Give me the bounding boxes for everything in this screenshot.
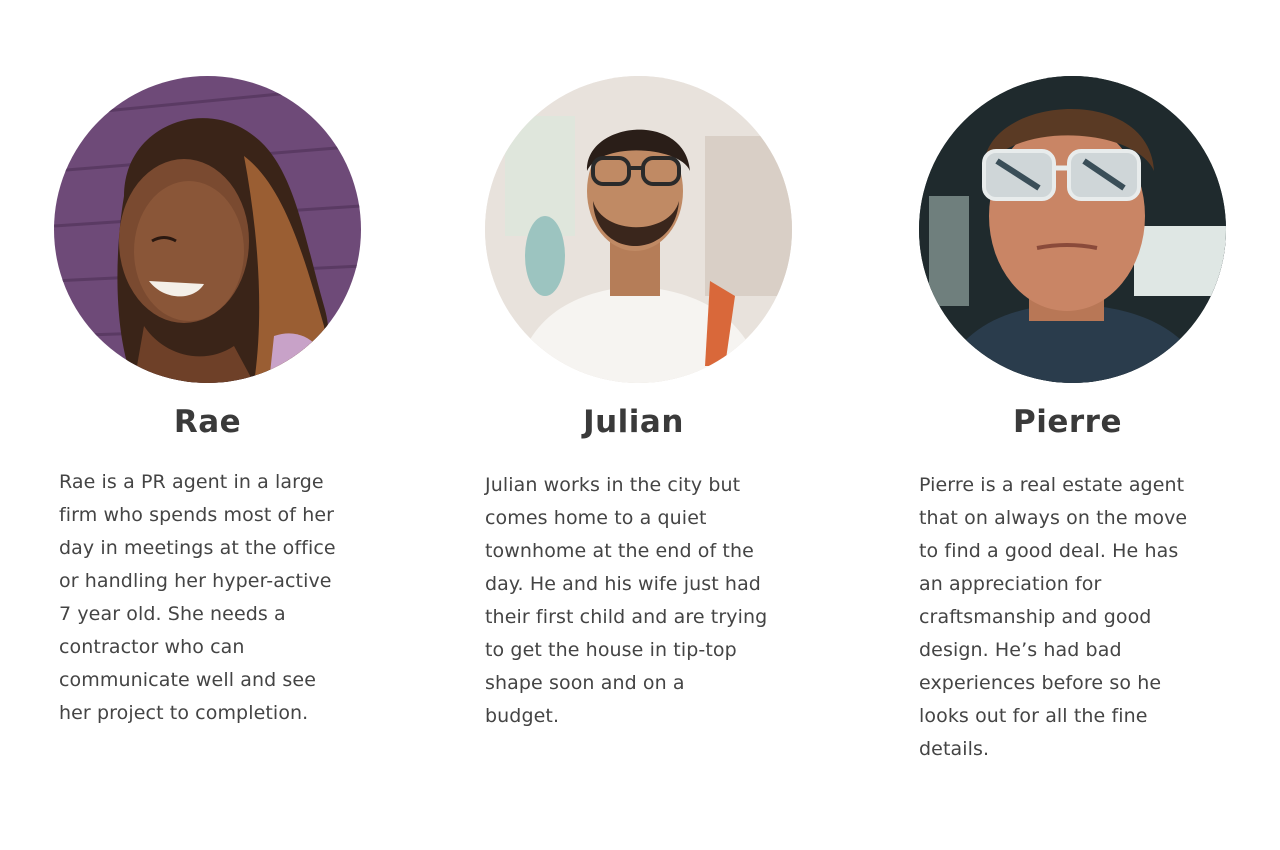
julian-photo bbox=[485, 76, 792, 383]
persona-bio: Julian works in the city but comes home … bbox=[485, 469, 767, 733]
pierre-photo bbox=[919, 76, 1226, 383]
bio-line: their first child and are trying bbox=[485, 606, 768, 628]
bio-line: an appreciation for bbox=[919, 573, 1102, 595]
avatar bbox=[485, 76, 792, 383]
avatar bbox=[919, 76, 1226, 383]
bio-line: to find a good deal. He has bbox=[919, 540, 1179, 562]
bio-line: communicate well and see bbox=[59, 669, 317, 691]
persona-bio: Pierre is a real estate agent that on al… bbox=[919, 469, 1187, 766]
bio-line: day. He and his wife just had bbox=[485, 573, 761, 595]
bio-line: contractor who can bbox=[59, 636, 245, 658]
avatar bbox=[54, 76, 361, 383]
bio-line: comes home to a quiet bbox=[485, 507, 707, 529]
bio-line: shape soon and on a bbox=[485, 672, 685, 694]
persona-bio: Rae is a PR agent in a large firm who sp… bbox=[59, 466, 336, 730]
persona-name: Julian bbox=[583, 404, 684, 440]
bio-line: experiences before so he bbox=[919, 672, 1162, 694]
bio-line: or handling her hyper-active bbox=[59, 570, 332, 592]
bio-line: day in meetings at the office bbox=[59, 537, 336, 559]
bio-line: to get the house in tip-top bbox=[485, 639, 737, 661]
persona-name: Rae bbox=[173, 404, 242, 440]
rae-photo bbox=[54, 76, 361, 383]
bio-line: townhome at the end of the bbox=[485, 540, 754, 562]
bio-line: Julian works in the city but bbox=[485, 474, 741, 496]
bio-line: Rae is a PR agent in a large bbox=[59, 471, 324, 493]
bio-line: firm who spends most of her bbox=[59, 504, 335, 526]
bio-line: design. He’s had bad bbox=[919, 639, 1122, 661]
persona-name: Pierre bbox=[1013, 404, 1122, 440]
bio-line: craftsmanship and good bbox=[919, 606, 1152, 628]
bio-line: Pierre is a real estate agent bbox=[919, 474, 1185, 496]
bio-line: budget. bbox=[485, 705, 560, 727]
bio-line: looks out for all the fine bbox=[919, 705, 1148, 727]
bio-line: details. bbox=[919, 738, 990, 760]
bio-line: 7 year old. She needs a bbox=[59, 603, 286, 625]
bio-line: her project to completion. bbox=[59, 702, 309, 724]
bio-line: that on always on the move bbox=[919, 507, 1188, 529]
